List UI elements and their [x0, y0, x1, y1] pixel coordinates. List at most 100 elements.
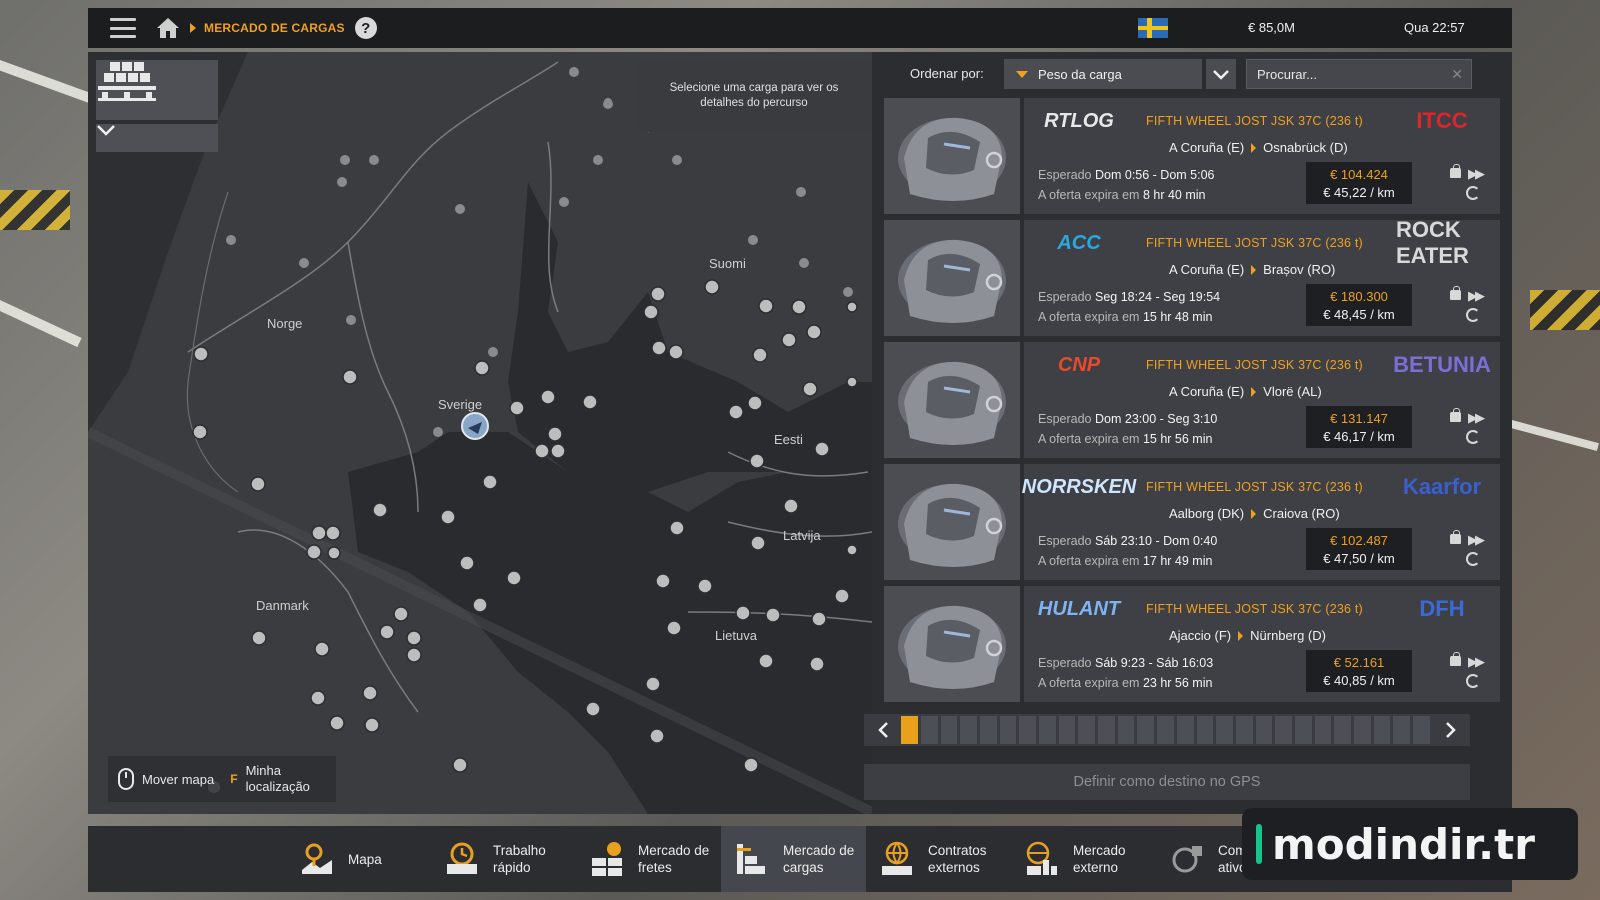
page-indicator[interactable]	[1373, 716, 1391, 744]
route: Aalborg (DK) Craiova (RO)	[1169, 506, 1340, 521]
job-icons: ▶▶	[1450, 286, 1485, 326]
move-map-control[interactable]: Mover mapa	[118, 768, 214, 790]
page-indicator[interactable]	[1354, 716, 1371, 744]
nav-quick-job[interactable]: Trabalho rápido	[431, 826, 576, 892]
page-indicator[interactable]	[1117, 716, 1135, 744]
route-arrow-icon	[1238, 630, 1244, 641]
nav-label: Mercado externo	[1073, 843, 1126, 875]
cargo-market-icon	[733, 840, 771, 878]
page-indicator[interactable]	[1176, 716, 1194, 744]
page-indicator[interactable]	[1413, 716, 1430, 744]
destination-company-logo: DFH	[1419, 596, 1465, 621]
cargo-name: FIFTH WHEEL JOST JSK 37C (236 t)	[1146, 480, 1363, 494]
cargo-view-toggle[interactable]	[96, 60, 218, 120]
world-map[interactable]: Norge Sverige Suomi Eesti Latvija Danmar…	[88, 52, 872, 814]
clear-search-icon[interactable]: ✕	[1451, 66, 1463, 83]
sort-dropdown-button[interactable]	[1206, 59, 1236, 89]
nav-cargo-market[interactable]: Mercado de cargas	[721, 826, 866, 892]
next-page-button[interactable]	[1433, 714, 1470, 746]
page-indicator[interactable]	[901, 716, 918, 744]
page-indicator[interactable]	[940, 716, 958, 744]
expiry-label: A oferta expira em	[1038, 676, 1140, 690]
nav-label: Mercado de fretes	[638, 843, 710, 875]
page-indicator[interactable]	[1137, 716, 1155, 744]
page-indicator[interactable]	[1334, 716, 1352, 744]
destination-city: Craiova (RO)	[1263, 506, 1340, 521]
price-box: € 52.161 € 40,85 / km	[1306, 650, 1412, 692]
map-icon	[298, 840, 336, 878]
refresh-icon	[1466, 308, 1480, 322]
nav-map[interactable]: Mapa	[286, 826, 431, 892]
eta-value: Sáb 9:23 - Sáb 16:03	[1095, 656, 1214, 670]
nav-external-contracts[interactable]: Contratos externos	[866, 826, 1011, 892]
origin-city: Ajaccio (F)	[1169, 628, 1232, 643]
job-row[interactable]: ACC FIFTH WHEEL JOST JSK 37C (236 t) ROC…	[884, 217, 1500, 336]
refresh-icon	[1466, 430, 1480, 444]
job-row[interactable]: CNP FIFTH WHEEL JOST JSK 37C (236 t) BET…	[884, 342, 1500, 458]
search-box[interactable]: ✕	[1246, 59, 1472, 89]
page-indicator[interactable]	[1078, 716, 1096, 744]
expand-chevron-button[interactable]	[96, 124, 218, 152]
weight-icon	[1450, 530, 1461, 544]
expiry-value: 8 hr 40 min	[1142, 188, 1206, 202]
cargo-thumbnail	[884, 586, 1020, 702]
search-input[interactable]	[1257, 66, 1437, 82]
hamburger-menu-icon[interactable]	[110, 18, 136, 38]
job-row[interactable]: NORRSKEN FIFTH WHEEL JOST JSK 37C (236 t…	[884, 464, 1500, 580]
page-indicator[interactable]	[1019, 716, 1037, 744]
pagination	[864, 714, 1470, 746]
eta-value: Dom 0:56 - Dom 5:06	[1095, 168, 1215, 182]
page-indicator[interactable]	[960, 716, 977, 744]
map-label-eesti: Eesti	[774, 432, 803, 447]
destination-company-logo: Kaarfor	[1402, 474, 1482, 499]
job-row[interactable]: HULANT FIFTH WHEEL JOST JSK 37C (236 t) …	[884, 586, 1500, 702]
page-indicator[interactable]	[999, 716, 1017, 744]
set-gps-destination-button[interactable]: Definir como destino no GPS	[864, 764, 1470, 800]
origin-city: A Coruña (E)	[1169, 140, 1245, 155]
page-indicator[interactable]	[1039, 716, 1056, 744]
move-map-label: Mover mapa	[142, 771, 215, 787]
page-indicator[interactable]	[979, 716, 997, 744]
source-company-logo: RTLOG	[1044, 109, 1114, 132]
page-indicator[interactable]	[920, 716, 938, 744]
page-indicator[interactable]	[1157, 716, 1174, 744]
page-indicator[interactable]	[1196, 716, 1214, 744]
map-label-norge: Norge	[267, 316, 303, 331]
sort-select[interactable]: Peso da carga	[1004, 59, 1202, 89]
page-indicator[interactable]	[1275, 716, 1292, 744]
help-button[interactable]: ?	[354, 17, 377, 39]
nav-freight-market[interactable]: Mercado de fretes	[576, 826, 721, 892]
route-arrow-icon	[1251, 264, 1257, 275]
main-panel: Norge Sverige Suomi Eesti Latvija Danmar…	[88, 52, 1512, 814]
refresh-icon	[1466, 674, 1480, 688]
urgency-icon: ▶▶	[1468, 288, 1485, 303]
page-indicator[interactable]	[1216, 716, 1233, 744]
job-row[interactable]: RTLOG FIFTH WHEEL JOST JSK 37C (236 t) I…	[884, 98, 1500, 214]
eta: Esperado Dom 23:00 - Seg 3:10	[1038, 412, 1217, 426]
page-indicator[interactable]	[1058, 716, 1076, 744]
chevron-left-icon	[877, 722, 888, 738]
breadcrumb: MERCADO DE CARGAS	[204, 21, 345, 35]
home-icon[interactable]	[156, 17, 180, 39]
price: € 102.487	[1330, 533, 1388, 548]
nav-external-market[interactable]: Mercado externo	[1011, 826, 1156, 892]
destination-city: Nürnberg (D)	[1250, 628, 1326, 643]
nav-label: Mercado de cargas	[783, 843, 855, 875]
page-indicator[interactable]	[1294, 716, 1312, 744]
price-per-km: € 40,85 / km	[1323, 673, 1395, 688]
price: € 131.147	[1330, 411, 1388, 426]
page-indicator[interactable]	[1314, 716, 1332, 744]
page-indicator[interactable]	[1255, 716, 1273, 744]
page-indicator[interactable]	[1098, 716, 1115, 744]
page-indicator[interactable]	[1235, 716, 1253, 744]
page-indicator[interactable]	[1393, 716, 1411, 744]
weight-icon	[1450, 652, 1461, 666]
eta-label: Esperado	[1038, 412, 1092, 426]
map-controls: Mover mapa F Minha localização	[108, 756, 336, 802]
external-market-icon	[1023, 840, 1061, 878]
my-location-control[interactable]: F Minha localização	[230, 763, 310, 795]
expiry: A oferta expira em 17 hr 49 min	[1038, 554, 1212, 568]
job-icons: ▶▶	[1450, 408, 1485, 448]
prev-page-button[interactable]	[864, 714, 901, 746]
